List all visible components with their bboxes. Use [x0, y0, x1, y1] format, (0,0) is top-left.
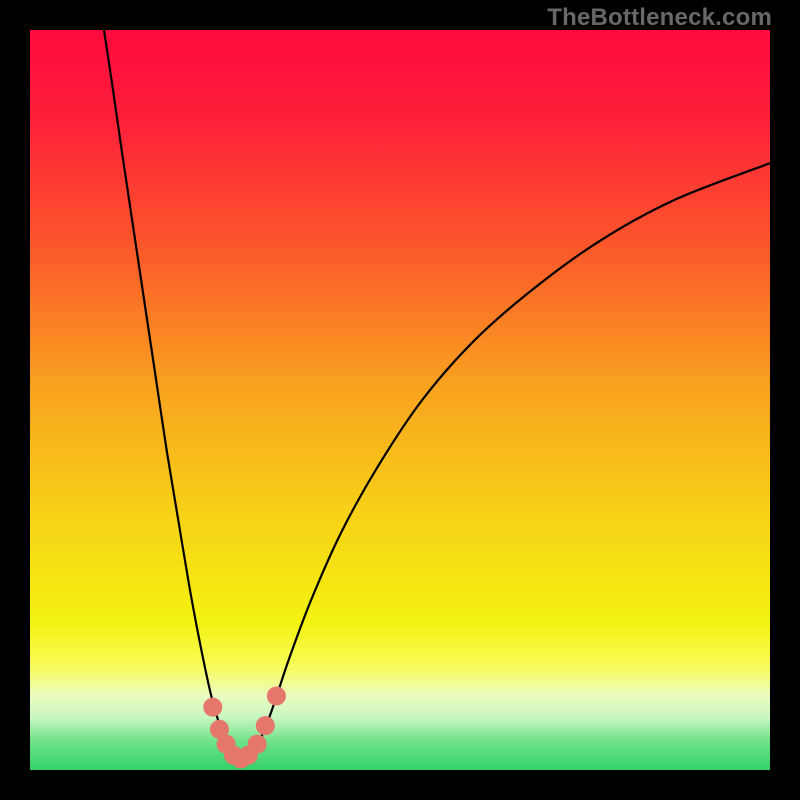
valley-marker — [204, 698, 222, 716]
valley-markers — [204, 687, 286, 768]
watermark-text: TheBottleneck.com — [547, 4, 772, 32]
plot-area — [30, 30, 770, 770]
chart-frame: TheBottleneck.com — [0, 0, 800, 800]
left-branch-curve — [104, 30, 241, 759]
valley-marker — [267, 687, 285, 705]
valley-marker — [256, 717, 274, 735]
valley-marker — [248, 735, 266, 753]
right-branch-curve — [241, 163, 770, 759]
curve-layer — [30, 30, 770, 770]
